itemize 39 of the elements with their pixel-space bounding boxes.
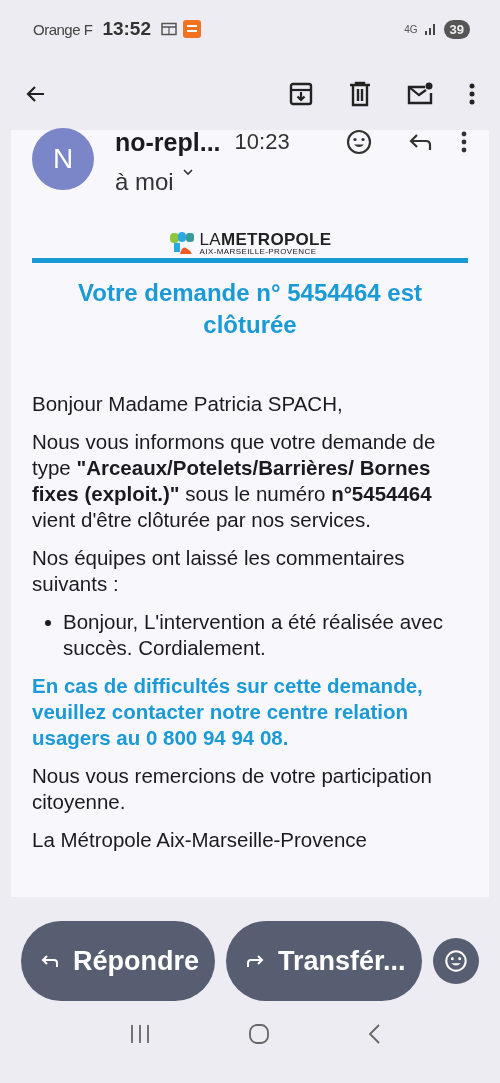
- signal-icon: [423, 22, 438, 36]
- message-time: 10:23: [234, 129, 290, 155]
- mark-unread-icon[interactable]: [406, 82, 434, 106]
- body-paragraph: La Métropole Aix-Marseille-Provence: [32, 827, 368, 853]
- comment-text: Bonjour, L'intervention a été réalisée avec succès. Cordialement.: [63, 609, 444, 661]
- reply-icon[interactable]: [408, 132, 432, 152]
- emoji-button[interactable]: [432, 938, 479, 984]
- chevron-down-icon: [181, 168, 194, 176]
- recipient-toggle[interactable]: à moi: [115, 168, 194, 196]
- archive-icon[interactable]: [288, 81, 314, 107]
- logo-title: LAMETROPOLE: [199, 230, 332, 248]
- sender-avatar: N: [32, 128, 94, 190]
- app-notification-icon: [183, 20, 201, 38]
- forward-button[interactable]: Transfér...: [226, 921, 422, 1001]
- body-paragraph: Bonjour Madame Patricia SPACH,: [32, 391, 344, 417]
- emoji-icon[interactable]: [346, 129, 372, 155]
- delete-icon[interactable]: [348, 81, 372, 107]
- reply-icon: [39, 953, 61, 969]
- battery-level: 39: [443, 19, 470, 39]
- body-paragraph: Nos équipes ont laissé les commentaires suivants :: [32, 545, 406, 597]
- more-icon[interactable]: [460, 130, 468, 154]
- status-time: 13:52: [102, 18, 151, 40]
- home-icon[interactable]: [248, 1023, 270, 1045]
- bullet-icon: [45, 620, 51, 626]
- reply-button[interactable]: Répondre: [21, 921, 215, 1001]
- forward-icon: [244, 953, 266, 969]
- more-icon[interactable]: [468, 82, 476, 106]
- recent-apps-icon[interactable]: [128, 1024, 151, 1044]
- network-type: 4G: [404, 23, 418, 35]
- calendar-icon: [161, 22, 177, 36]
- logo-icon: [168, 230, 197, 256]
- emoji-icon: [443, 949, 468, 973]
- logo-subtitle: AIX-MARSEILLE-PROVENCE: [199, 247, 318, 256]
- body-paragraph: Nous vous remercions de votre participation citoyenne.: [32, 763, 433, 815]
- carrier-name: Orange F: [33, 20, 93, 38]
- body-paragraph: Nous vous informons que votre demande de type "Arceaux/Potelets/Barrières/ Bornes fixes (exploit.)" sous le numéro n°5454464 vient d'être clôturée par nos services.: [32, 429, 437, 533]
- sender-name: no-repl...: [115, 127, 221, 157]
- contact-notice: En cas de difficultés sur cette demande, veuillez contacter notre centre relation usagers au 0 800 94 94 08.: [32, 673, 424, 751]
- email-heading: Votre demande n° 5454464 est clôturée: [77, 278, 423, 340]
